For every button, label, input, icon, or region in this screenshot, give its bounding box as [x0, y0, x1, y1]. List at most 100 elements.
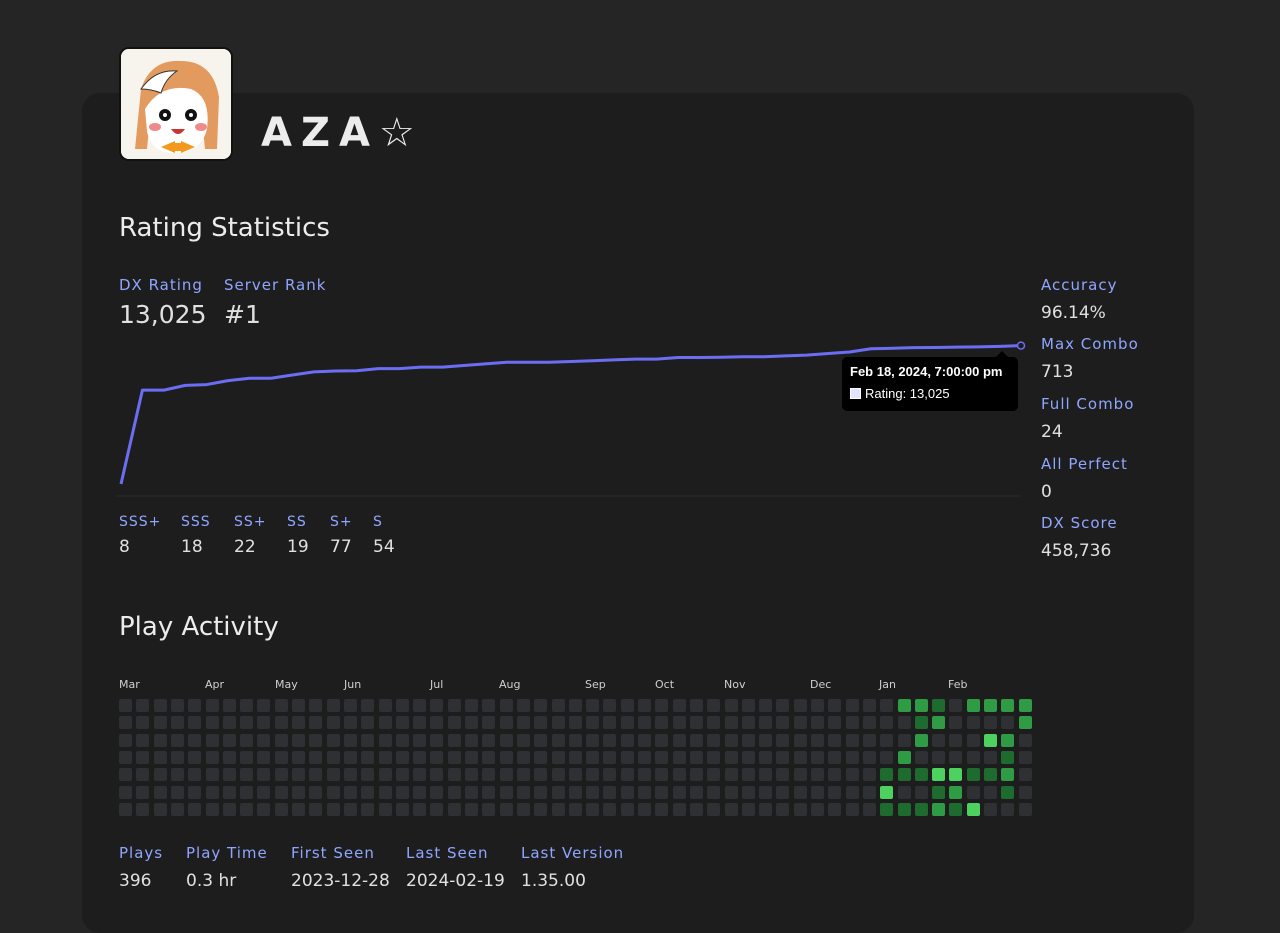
activity-day-cell[interactable]	[655, 751, 668, 764]
activity-day-cell[interactable]	[119, 734, 132, 747]
activity-day-cell[interactable]	[794, 751, 807, 764]
activity-day-cell[interactable]	[690, 734, 703, 747]
activity-day-cell[interactable]	[136, 699, 149, 712]
activity-day-cell[interactable]	[846, 803, 859, 816]
activity-day-cell[interactable]	[915, 768, 928, 781]
activity-day-cell[interactable]	[413, 734, 426, 747]
activity-day-cell[interactable]	[932, 751, 945, 764]
activity-day-cell[interactable]	[984, 699, 997, 712]
activity-day-cell[interactable]	[171, 734, 184, 747]
activity-day-cell[interactable]	[759, 734, 772, 747]
activity-day-cell[interactable]	[482, 803, 495, 816]
activity-day-cell[interactable]	[379, 786, 392, 799]
activity-day-cell[interactable]	[569, 699, 582, 712]
activity-day-cell[interactable]	[482, 768, 495, 781]
activity-day-cell[interactable]	[949, 734, 962, 747]
activity-day-cell[interactable]	[517, 768, 530, 781]
activity-day-cell[interactable]	[846, 734, 859, 747]
activity-day-cell[interactable]	[742, 699, 755, 712]
activity-day-cell[interactable]	[915, 699, 928, 712]
activity-day-cell[interactable]	[240, 734, 253, 747]
activity-day-cell[interactable]	[257, 768, 270, 781]
activity-day-cell[interactable]	[361, 716, 374, 729]
activity-day-cell[interactable]	[603, 786, 616, 799]
activity-day-cell[interactable]	[690, 716, 703, 729]
activity-day-cell[interactable]	[949, 803, 962, 816]
activity-day-cell[interactable]	[621, 786, 634, 799]
activity-day-cell[interactable]	[569, 751, 582, 764]
activity-day-cell[interactable]	[569, 803, 582, 816]
activity-day-cell[interactable]	[136, 803, 149, 816]
activity-day-cell[interactable]	[880, 768, 893, 781]
activity-day-cell[interactable]	[396, 803, 409, 816]
activity-day-cell[interactable]	[880, 734, 893, 747]
activity-day-cell[interactable]	[136, 734, 149, 747]
activity-day-cell[interactable]	[275, 768, 288, 781]
activity-day-cell[interactable]	[949, 768, 962, 781]
activity-day-cell[interactable]	[846, 786, 859, 799]
activity-day-cell[interactable]	[396, 751, 409, 764]
activity-day-cell[interactable]	[1001, 768, 1014, 781]
activity-day-cell[interactable]	[673, 716, 686, 729]
activity-day-cell[interactable]	[413, 768, 426, 781]
activity-day-cell[interactable]	[621, 803, 634, 816]
activity-day-cell[interactable]	[586, 716, 599, 729]
activity-day-cell[interactable]	[327, 716, 340, 729]
activity-day-cell[interactable]	[379, 734, 392, 747]
activity-day-cell[interactable]	[725, 734, 738, 747]
activity-day-cell[interactable]	[1001, 716, 1014, 729]
activity-day-cell[interactable]	[828, 786, 841, 799]
activity-day-cell[interactable]	[967, 786, 980, 799]
activity-day-cell[interactable]	[898, 803, 911, 816]
activity-day-cell[interactable]	[655, 734, 668, 747]
activity-day-cell[interactable]	[811, 786, 824, 799]
activity-day-cell[interactable]	[967, 699, 980, 712]
activity-day-cell[interactable]	[171, 768, 184, 781]
activity-day-cell[interactable]	[984, 734, 997, 747]
activity-day-cell[interactable]	[413, 751, 426, 764]
activity-day-cell[interactable]	[603, 716, 616, 729]
activity-day-cell[interactable]	[655, 768, 668, 781]
activity-day-cell[interactable]	[725, 751, 738, 764]
activity-day-cell[interactable]	[275, 751, 288, 764]
activity-day-cell[interactable]	[223, 768, 236, 781]
activity-day-cell[interactable]	[482, 786, 495, 799]
activity-day-cell[interactable]	[465, 716, 478, 729]
activity-day-cell[interactable]	[136, 716, 149, 729]
activity-day-cell[interactable]	[188, 786, 201, 799]
activity-day-cell[interactable]	[292, 751, 305, 764]
activity-day-cell[interactable]	[1001, 734, 1014, 747]
activity-day-cell[interactable]	[309, 786, 322, 799]
activity-day-cell[interactable]	[223, 699, 236, 712]
activity-day-cell[interactable]	[465, 699, 478, 712]
activity-day-cell[interactable]	[552, 734, 565, 747]
activity-day-cell[interactable]	[880, 716, 893, 729]
activity-day-cell[interactable]	[932, 803, 945, 816]
activity-day-cell[interactable]	[984, 751, 997, 764]
activity-day-cell[interactable]	[309, 716, 322, 729]
activity-day-cell[interactable]	[725, 786, 738, 799]
activity-day-cell[interactable]	[206, 768, 219, 781]
activity-day-cell[interactable]	[171, 699, 184, 712]
activity-day-cell[interactable]	[707, 768, 720, 781]
activity-day-cell[interactable]	[603, 768, 616, 781]
activity-day-cell[interactable]	[136, 768, 149, 781]
activity-day-cell[interactable]	[379, 751, 392, 764]
activity-day-cell[interactable]	[898, 716, 911, 729]
activity-day-cell[interactable]	[448, 751, 461, 764]
activity-day-cell[interactable]	[880, 751, 893, 764]
activity-day-cell[interactable]	[448, 803, 461, 816]
activity-day-cell[interactable]	[915, 786, 928, 799]
activity-day-cell[interactable]	[188, 768, 201, 781]
activity-day-cell[interactable]	[344, 734, 357, 747]
activity-day-cell[interactable]	[984, 786, 997, 799]
activity-day-cell[interactable]	[932, 699, 945, 712]
activity-day-cell[interactable]	[880, 786, 893, 799]
activity-day-cell[interactable]	[430, 751, 443, 764]
activity-day-cell[interactable]	[171, 751, 184, 764]
activity-day-cell[interactable]	[655, 803, 668, 816]
activity-day-cell[interactable]	[379, 803, 392, 816]
activity-day-cell[interactable]	[344, 786, 357, 799]
activity-day-cell[interactable]	[690, 803, 703, 816]
activity-day-cell[interactable]	[154, 803, 167, 816]
